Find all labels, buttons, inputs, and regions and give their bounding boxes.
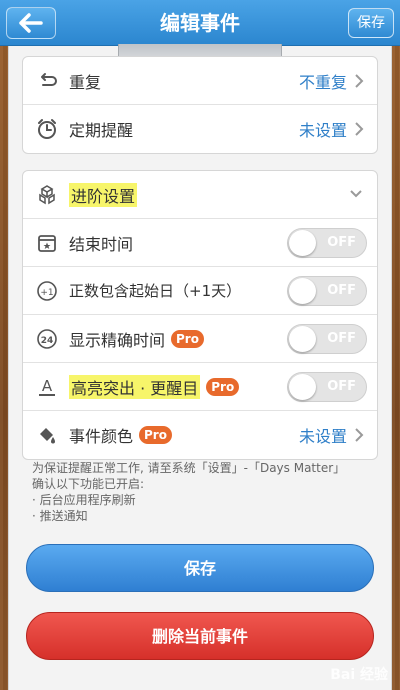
repeat-value: 不重复: [298, 72, 347, 92]
notice-text: 为保证提醒正常工作, 请至系统「设置」-「Days Matter」 确认以下功能…: [32, 460, 352, 524]
pro-badge: Pro: [171, 329, 204, 348]
toggle-knob: [289, 374, 316, 400]
pro-badge: Pro: [139, 426, 172, 444]
toggle-state: OFF: [327, 235, 356, 250]
toggle-knob: [289, 278, 316, 304]
24-hour-icon: 24: [35, 327, 59, 351]
reminder-value: 未设置: [298, 121, 347, 140]
end-time-toggle[interactable]: OFF: [287, 228, 367, 258]
toggle-knob: [289, 230, 316, 256]
alarm-clock-icon: [35, 117, 59, 141]
event-color-row[interactable]: 事件颜色 Pro 未设置: [23, 411, 377, 459]
precise-time-toggle[interactable]: OFF: [287, 324, 367, 354]
toggle-state: OFF: [327, 379, 356, 394]
chevron-right-icon: [355, 74, 364, 88]
notice-item: · 后台应用程序刷新: [32, 493, 136, 507]
svg-text:24: 24: [41, 336, 54, 346]
chevron-right-icon: [355, 428, 364, 442]
repeat-row[interactable]: 重复 不重复: [23, 57, 377, 105]
nav-bar: 编辑事件 保存: [0, 0, 400, 46]
watermark: Bai 经验: [330, 667, 388, 683]
save-button[interactable]: 保存: [26, 544, 374, 592]
event-color-value: 未设置: [298, 427, 347, 446]
event-color-label: 事件颜色: [69, 427, 134, 446]
advanced-header-label: 进阶设置: [69, 182, 138, 207]
advanced-card: 进阶设置 结束时间 OFF +1 正数包含起始日（+1天） OFF 24 显示精…: [22, 170, 378, 460]
save-top-button[interactable]: 保存: [348, 8, 394, 38]
include-start-label: 正数包含起始日（+1天）: [69, 282, 242, 300]
advanced-header-row[interactable]: 进阶设置: [23, 171, 377, 219]
delete-event-button[interactable]: 删除当前事件: [26, 612, 374, 660]
notice-item: · 推送通知: [32, 509, 88, 523]
end-time-row: 结束时间 OFF: [23, 219, 377, 267]
calendar-star-icon: [35, 231, 59, 255]
notice-line: 为保证提醒正常工作, 请至系统「设置」-「Days Matter」 确认以下功能…: [32, 461, 346, 491]
page-title: 编辑事件: [160, 11, 240, 35]
plus-one-icon: +1: [35, 279, 59, 303]
precise-time-row: 24 显示精确时间 Pro OFF: [23, 315, 377, 363]
toggle-state: OFF: [327, 283, 356, 298]
highlight-toggle[interactable]: OFF: [287, 372, 367, 402]
pro-badge: Pro: [206, 377, 240, 396]
paint-bucket-icon: [35, 423, 59, 447]
toggle-state: OFF: [327, 331, 356, 346]
repeat-reminder-card: 重复 不重复 定期提醒 未设置: [22, 56, 378, 154]
precise-time-label: 显示精确时间: [69, 330, 166, 350]
highlight-row: A 高亮突出 · 更醒目 Pro OFF: [23, 363, 377, 411]
chevron-right-icon: [355, 122, 364, 136]
svg-text:+1: +1: [40, 288, 53, 298]
svg-text:A: A: [42, 377, 53, 395]
toggle-knob: [289, 326, 316, 352]
repeat-icon: [35, 69, 59, 93]
reminder-label: 定期提醒: [69, 121, 134, 140]
reminder-row[interactable]: 定期提醒 未设置: [23, 105, 377, 153]
end-time-label: 结束时间: [69, 234, 134, 254]
text-underline-icon: A: [35, 375, 59, 399]
cubes-icon: [35, 183, 59, 207]
include-start-row: +1 正数包含起始日（+1天） OFF: [23, 267, 377, 315]
include-start-toggle[interactable]: OFF: [287, 276, 367, 306]
repeat-label: 重复: [69, 72, 102, 92]
highlight-label: 高亮突出 · 更醒目: [69, 374, 201, 399]
chevron-down-icon: [350, 190, 362, 198]
